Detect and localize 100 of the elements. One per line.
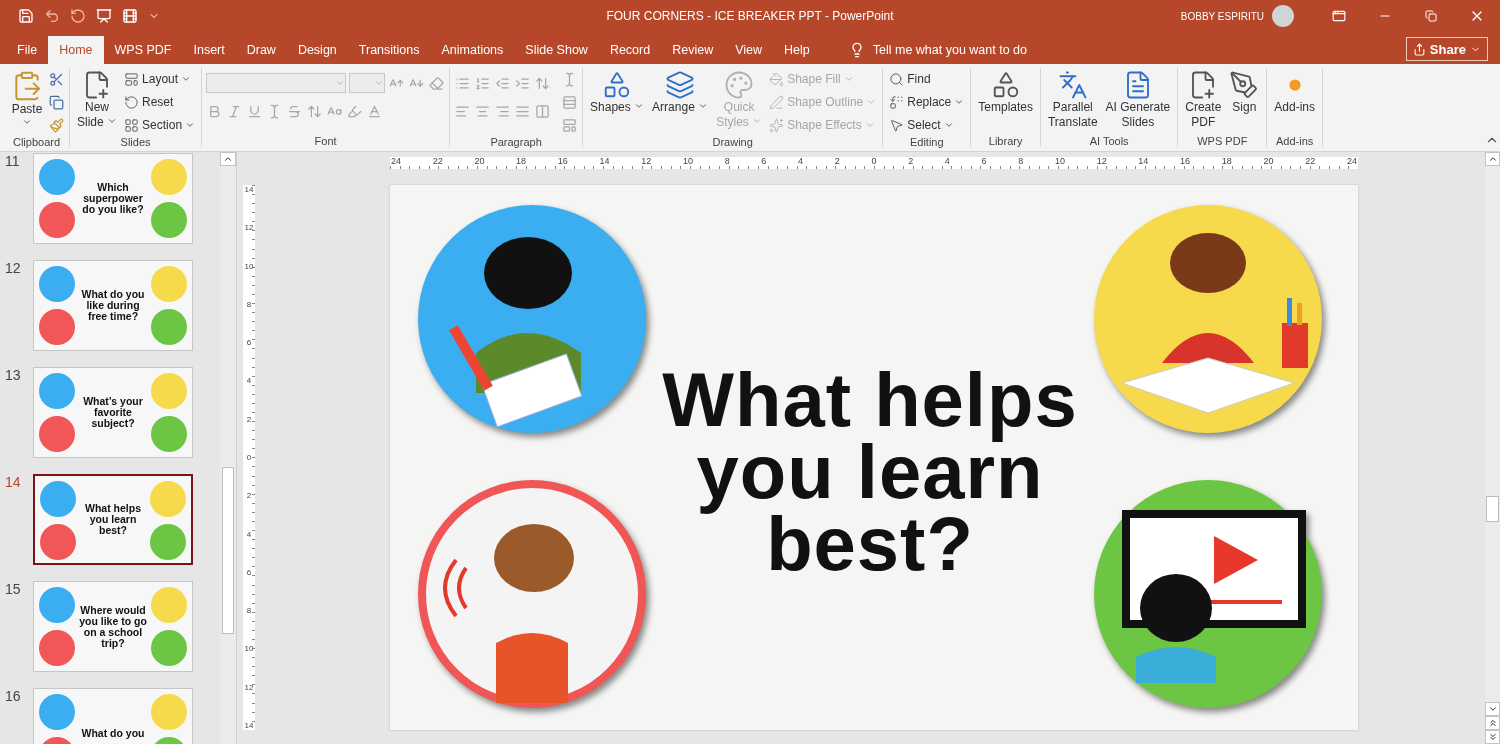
- window-icon: [1332, 9, 1346, 23]
- ribbon-tab[interactable]: Record: [598, 36, 662, 64]
- layout-icon: [124, 71, 140, 87]
- sparkles-icon: [769, 117, 785, 133]
- tell-me-search[interactable]: Tell me what you want to do: [842, 36, 1033, 64]
- circle-picture: [151, 202, 187, 238]
- ribbon-button[interactable]: Shapes: [587, 68, 648, 117]
- ruler-number: 12: [244, 223, 254, 233]
- scrollbar[interactable]: [220, 152, 236, 744]
- ribbon-button[interactable]: Create PDF: [1182, 68, 1225, 132]
- slide-thumbnail[interactable]: Where would you like to go on a school trip?: [33, 581, 193, 672]
- ruler-number: 8: [724, 157, 730, 166]
- ruler-number: 6: [981, 157, 987, 166]
- ribbon-tab[interactable]: Slide Show: [514, 36, 599, 64]
- ribbon-button[interactable]: Arrange: [649, 68, 712, 117]
- ribbon-button[interactable]: Parallel Translate: [1045, 68, 1101, 132]
- slide-thumbnail-title: What do you: [81, 728, 145, 739]
- ribbon-tab[interactable]: Animations: [430, 36, 515, 64]
- film-icon[interactable]: [122, 8, 138, 24]
- presentation-icon[interactable]: [96, 8, 112, 24]
- group-label: Editing: [908, 136, 945, 148]
- caret-icon: [335, 78, 346, 88]
- paste-button[interactable]: Paste: [8, 68, 46, 129]
- scrollbar-thumb[interactable]: [1486, 496, 1499, 522]
- scrollbar-thumb[interactable]: [222, 467, 234, 634]
- ribbon-button[interactable]: Select: [887, 114, 967, 136]
- slide-thumbnail[interactable]: What do you: [33, 688, 193, 744]
- ruler-number: 0: [246, 452, 252, 462]
- ribbon-tab[interactable]: File: [6, 36, 49, 64]
- ruler-number: 6: [761, 157, 767, 166]
- slide-thumbnail[interactable]: What helps you learn best?: [33, 474, 193, 565]
- group-label: Slides: [119, 136, 152, 148]
- ribbon-button[interactable]: Add-ins: [1271, 68, 1318, 117]
- ruler-number: 18: [516, 157, 527, 166]
- group-label: Clipboard: [11, 136, 62, 148]
- ruler-number: 14: [599, 157, 610, 166]
- ribbon-tab[interactable]: Insert: [182, 36, 236, 64]
- ribbon-tab[interactable]: Transitions: [347, 36, 431, 64]
- ruler-number: 2: [246, 414, 252, 424]
- ribbon-button[interactable]: Replace: [887, 91, 967, 113]
- slide-number: 14: [4, 474, 22, 490]
- scroll-up-button[interactable]: [220, 152, 236, 166]
- circle-picture: [151, 309, 187, 345]
- ribbon-tab[interactable]: Draw: [235, 36, 287, 64]
- circle-picture: [39, 202, 75, 238]
- slide-thumbnail-title: What helps you learn best?: [85, 503, 141, 536]
- next-slide-button[interactable]: [1485, 730, 1500, 744]
- previous-slide-button[interactable]: [1485, 716, 1500, 730]
- circle-picture: [39, 266, 75, 302]
- slide-thumbnail-title: What’s your favorite subject?: [83, 396, 143, 429]
- ribbon-tab[interactable]: Home: [48, 36, 104, 64]
- ruler-number: 22: [432, 157, 443, 166]
- ribbon-button[interactable]: Sign: [1226, 68, 1263, 117]
- slide-thumbnail[interactable]: What do you like during free time?: [33, 260, 193, 351]
- avatar[interactable]: [1272, 5, 1294, 27]
- ribbon-button[interactable]: AI Generate Slides: [1102, 68, 1174, 132]
- ruler-number: 6: [246, 338, 252, 348]
- ribbon-button[interactable]: Layout: [122, 68, 198, 90]
- translate-icon: [1057, 70, 1088, 100]
- stacked-squares-icon: [665, 70, 696, 100]
- ruler-number: 0: [871, 157, 877, 166]
- ribbon-tab[interactable]: WPS PDF: [103, 36, 183, 64]
- ribbon-button[interactable]: New Slide: [74, 68, 121, 132]
- ruler-number: 24: [1346, 157, 1357, 166]
- group-label: Drawing: [711, 136, 754, 148]
- ribbon-button[interactable]: Find: [887, 68, 967, 90]
- ribbon-tab[interactable]: View: [724, 36, 774, 64]
- scrollbar[interactable]: [1485, 152, 1500, 744]
- ribbon-tab[interactable]: Review: [661, 36, 725, 64]
- share-button[interactable]: Share: [1405, 37, 1488, 61]
- ruler-number: 10: [244, 261, 254, 271]
- undo-icon[interactable]: [44, 8, 60, 24]
- scroll-down-button[interactable]: [1485, 702, 1500, 716]
- slide-thumbnail[interactable]: What’s your favorite subject?: [33, 367, 193, 458]
- font-size-field[interactable]: [349, 73, 386, 93]
- ruler-number: 2: [908, 157, 914, 166]
- group-label: AI Tools: [1088, 135, 1130, 147]
- ruler-number: 4: [944, 157, 950, 166]
- ruler-number: 8: [1018, 157, 1024, 166]
- ribbon-tab[interactable]: Help: [773, 36, 821, 64]
- ruler-number: 22: [1305, 157, 1316, 166]
- ribbon-button[interactable]: Reset: [122, 91, 198, 113]
- slide-title: What helps you learn best?: [662, 363, 1078, 580]
- ruler-number: 12: [1096, 157, 1107, 166]
- ribbon-tab[interactable]: Design: [286, 36, 348, 64]
- circle-picture: [151, 587, 187, 623]
- ruler-number: 14: [244, 720, 254, 730]
- ruler-number: 12: [244, 682, 254, 692]
- circle-picture: [151, 266, 187, 302]
- ruler-number: 24: [391, 157, 401, 166]
- circle-picture: [39, 416, 75, 452]
- circle-picture: [150, 481, 186, 517]
- slide-thumbnail[interactable]: Which superpower do you like?: [33, 153, 193, 244]
- scroll-up-button[interactable]: [1485, 152, 1500, 166]
- save-icon[interactable]: [18, 8, 34, 24]
- ribbon-button[interactable]: Section: [122, 114, 198, 136]
- ruler-number: 10: [682, 157, 693, 166]
- ruler-number: 16: [557, 157, 568, 166]
- ribbon-button[interactable]: Templates: [975, 68, 1036, 117]
- repeat-icon[interactable]: [70, 8, 86, 24]
